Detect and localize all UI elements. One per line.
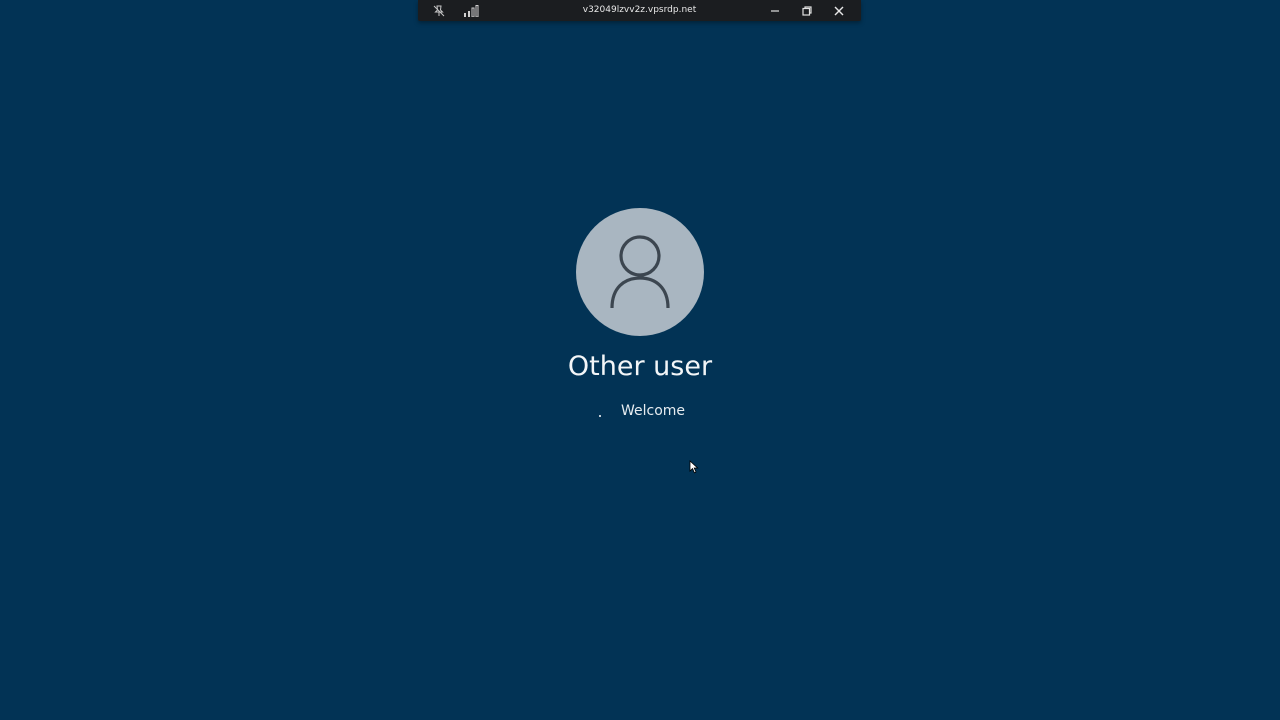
user-avatar-icon xyxy=(576,208,704,336)
minimize-icon[interactable] xyxy=(766,2,784,19)
lock-screen: v32049lzvv2z.vpsrdp.net Other user Welco xyxy=(0,0,1280,720)
mouse-cursor-icon xyxy=(689,459,699,478)
signal-strength-icon[interactable] xyxy=(462,2,480,19)
loading-spinner-icon xyxy=(599,415,601,417)
host-title: v32049lzvv2z.vpsrdp.net xyxy=(582,5,697,15)
welcome-status: Welcome xyxy=(621,403,686,419)
close-icon[interactable] xyxy=(830,2,848,19)
restore-icon[interactable] xyxy=(798,2,816,19)
rdp-connection-bar: v32049lzvv2z.vpsrdp.net xyxy=(418,0,861,21)
pin-off-icon[interactable] xyxy=(430,2,448,19)
user-name: Other user xyxy=(567,351,713,382)
